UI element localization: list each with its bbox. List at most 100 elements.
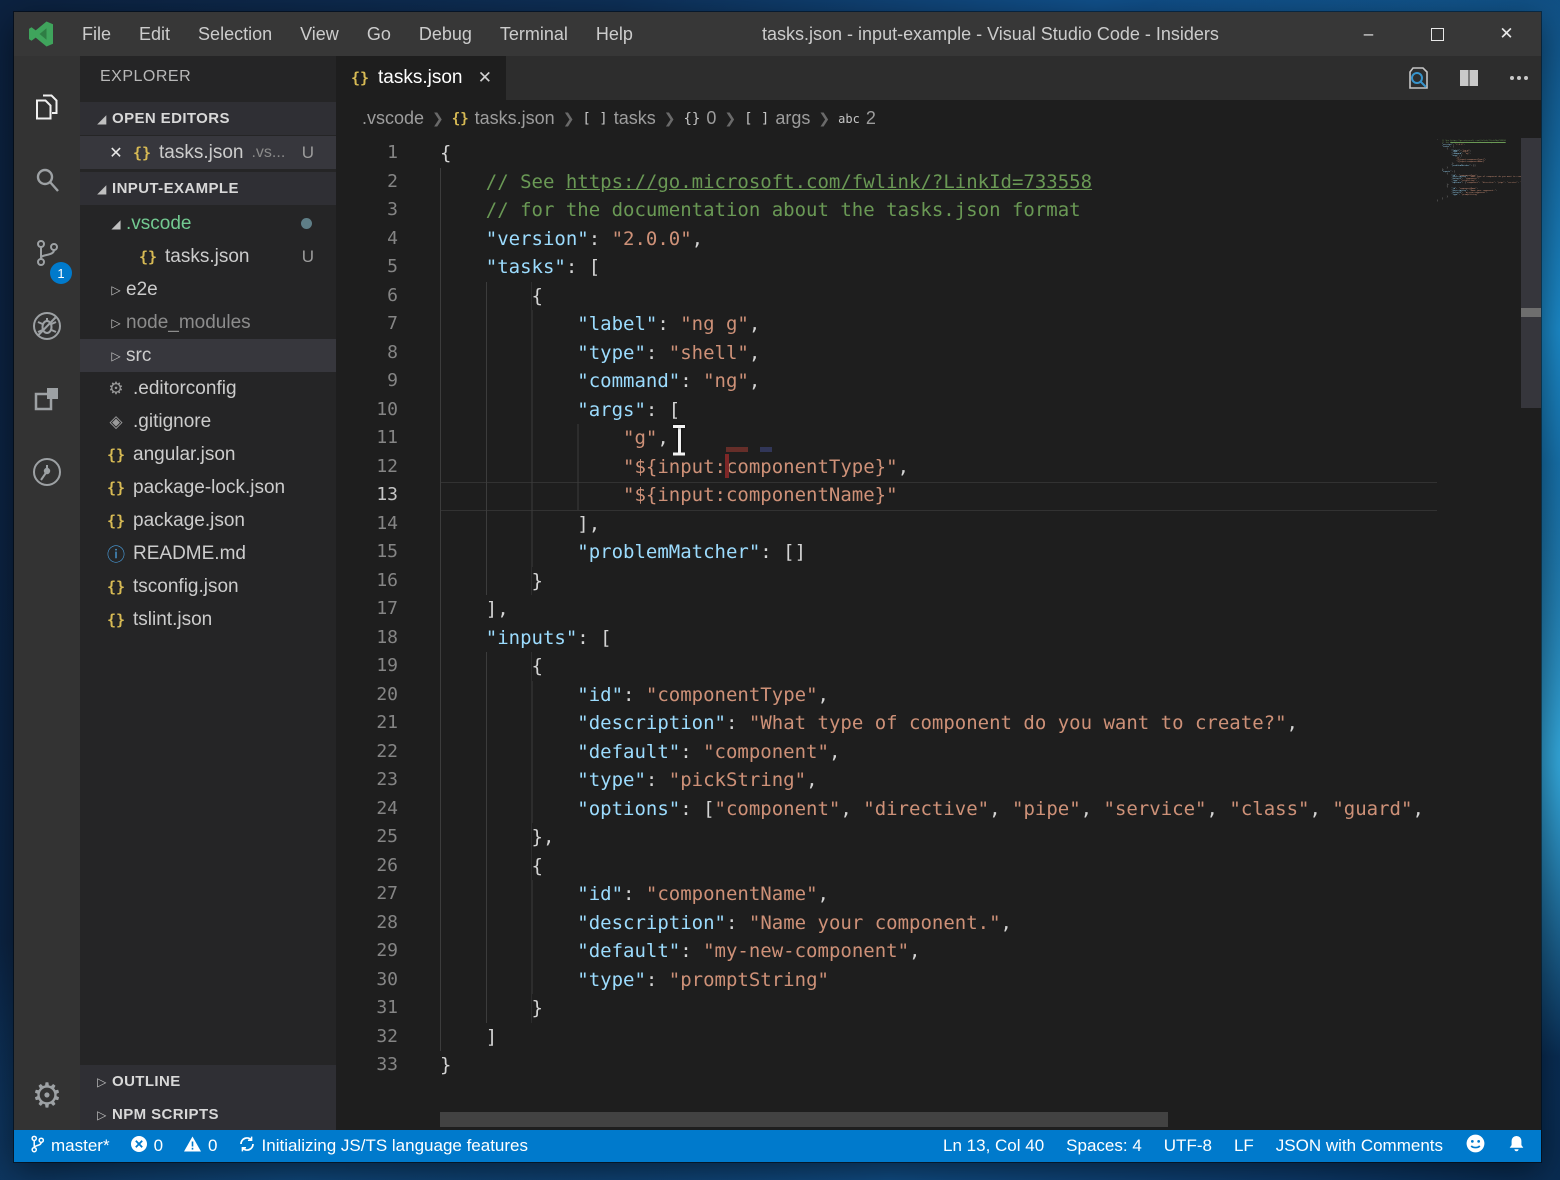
line-number[interactable]: 5 <box>336 253 440 282</box>
sidebar-item-angular-json[interactable]: {}angular.json <box>80 438 336 471</box>
line-number[interactable]: 21 <box>336 709 440 738</box>
line-number[interactable]: 11 <box>336 424 440 453</box>
code-line[interactable]: } <box>440 567 1437 596</box>
code-line[interactable]: "inputs": [ <box>440 624 1437 653</box>
section-workspace[interactable]: ◢INPUT-EXAMPLE <box>80 172 336 205</box>
breadcrumb-args[interactable]: [ ]args <box>744 108 810 129</box>
split-editor-icon[interactable] <box>1457 66 1481 90</box>
menu-view[interactable]: View <box>286 12 353 56</box>
code-line[interactable]: "type": "shell", <box>440 339 1437 368</box>
line-number[interactable]: 3 <box>336 196 440 225</box>
activity-search[interactable] <box>14 151 80 213</box>
code-line[interactable]: "${input:componentType}", <box>440 453 1437 482</box>
sidebar-item-node-modules[interactable]: ▷node_modules <box>80 306 336 339</box>
code-line[interactable]: ], <box>440 510 1437 539</box>
status-spaces-4[interactable]: Spaces: 4 <box>1066 1136 1142 1156</box>
code-line[interactable]: "label": "ng g", <box>440 310 1437 339</box>
code-line[interactable]: ] <box>440 1023 1437 1052</box>
status-utf-8[interactable]: UTF-8 <box>1164 1136 1212 1156</box>
code-line[interactable]: "type": "pickString", <box>440 766 1437 795</box>
line-number[interactable]: 17 <box>336 595 440 624</box>
code-line[interactable]: { <box>440 139 1437 168</box>
section-outline[interactable]: ▷OUTLINE <box>80 1065 336 1098</box>
line-number[interactable]: 27 <box>336 880 440 909</box>
code-line[interactable]: "tasks": [ <box>440 253 1437 282</box>
line-number[interactable]: 16 <box>336 567 440 596</box>
line-number[interactable]: 9 <box>336 367 440 396</box>
line-number[interactable]: 6 <box>336 282 440 311</box>
status-feedback-smiley[interactable] <box>1465 1133 1486 1159</box>
code-line[interactable]: } <box>440 994 1437 1023</box>
sidebar-item-vscode[interactable]: ◢.vscode <box>80 207 336 240</box>
line-number[interactable]: 12 <box>336 453 440 482</box>
status-errors[interactable]: 0 <box>130 1135 163 1158</box>
code-line[interactable]: "id": "componentName", <box>440 880 1437 909</box>
line-number[interactable]: 19 <box>336 652 440 681</box>
status-warnings[interactable]: 0 <box>183 1135 217 1158</box>
line-number[interactable]: 15 <box>336 538 440 567</box>
section-npm-scripts[interactable]: ▷NPM SCRIPTS <box>80 1098 336 1130</box>
vertical-scrollbar-thumb[interactable] <box>1521 138 1541 408</box>
code-line[interactable]: // See https://go.microsoft.com/fwlink/?… <box>440 168 1437 197</box>
maximize-button[interactable] <box>1403 12 1472 56</box>
minimize-button[interactable]: – <box>1334 12 1403 56</box>
breadcrumb-2[interactable]: abc2 <box>838 108 876 129</box>
line-number[interactable]: 31 <box>336 994 440 1023</box>
close-button[interactable]: ✕ <box>1472 12 1541 56</box>
line-number[interactable]: 33 <box>336 1051 440 1080</box>
line-number[interactable]: 18 <box>336 624 440 653</box>
line-number[interactable]: 10 <box>336 396 440 425</box>
status-git-branch[interactable]: master* <box>30 1134 110 1159</box>
code-line[interactable]: "description": "Name your component.", <box>440 909 1437 938</box>
close-editor-icon[interactable]: ✕ <box>106 143 126 163</box>
more-actions-icon[interactable] <box>1507 66 1531 90</box>
breadcrumb-0[interactable]: {}0 <box>683 108 716 129</box>
menu-selection[interactable]: Selection <box>184 12 286 56</box>
line-number[interactable]: 13 <box>336 481 440 510</box>
code-line[interactable]: "description": "What type of component d… <box>440 709 1437 738</box>
line-number[interactable]: 23 <box>336 766 440 795</box>
menu-debug[interactable]: Debug <box>405 12 486 56</box>
minimap[interactable]: { // See https://go.microsoft.com/fwlink… <box>1437 139 1521 339</box>
line-number[interactable]: 4 <box>336 225 440 254</box>
status-ln-13-col-40[interactable]: Ln 13, Col 40 <box>943 1136 1044 1156</box>
line-number[interactable]: 22 <box>336 738 440 767</box>
line-number[interactable]: 20 <box>336 681 440 710</box>
code-line[interactable]: // for the documentation about the tasks… <box>440 196 1437 225</box>
menu-help[interactable]: Help <box>582 12 647 56</box>
code-line[interactable]: ], <box>440 595 1437 624</box>
line-number[interactable]: 24 <box>336 795 440 824</box>
settings-gear-icon[interactable]: ⚙ <box>14 1070 80 1122</box>
status-lf[interactable]: LF <box>1234 1136 1254 1156</box>
code-line[interactable]: } <box>440 1051 1437 1080</box>
sidebar-item-src[interactable]: ▷src <box>80 339 336 372</box>
code-editor[interactable]: 1234567891011121314151617181920212223242… <box>336 137 1541 1130</box>
section-open-editors[interactable]: ◢OPEN EDITORS <box>80 102 336 135</box>
line-number[interactable]: 7 <box>336 310 440 339</box>
horizontal-scrollbar[interactable] <box>440 1112 1437 1128</box>
find-in-file-icon[interactable] <box>1405 65 1431 91</box>
menu-go[interactable]: Go <box>353 12 405 56</box>
sidebar-item-readme-md[interactable]: ⓘREADME.md <box>80 537 336 570</box>
line-number[interactable]: 32 <box>336 1023 440 1052</box>
activity-debug[interactable] <box>14 297 80 359</box>
activity-extensions[interactable] <box>14 370 80 432</box>
menu-terminal[interactable]: Terminal <box>486 12 582 56</box>
code-line[interactable]: "command": "ng", <box>440 367 1437 396</box>
menu-file[interactable]: File <box>68 12 125 56</box>
line-number[interactable]: 8 <box>336 339 440 368</box>
code-line[interactable]: "version": "2.0.0", <box>440 225 1437 254</box>
sidebar-item-tslint-json[interactable]: {}tslint.json <box>80 603 336 636</box>
line-number[interactable]: 14 <box>336 510 440 539</box>
code-content[interactable]: {// See https://go.microsoft.com/fwlink/… <box>440 139 1437 1080</box>
line-number[interactable]: 26 <box>336 852 440 881</box>
vertical-scrollbar[interactable] <box>1521 137 1541 1130</box>
line-number[interactable]: 28 <box>336 909 440 938</box>
line-number[interactable]: 1 <box>336 139 440 168</box>
code-line[interactable]: "options": ["component", "directive", "p… <box>440 795 1437 824</box>
code-line[interactable]: "problemMatcher": [] <box>440 538 1437 567</box>
sidebar-item-editorconfig[interactable]: ⚙.editorconfig <box>80 372 336 405</box>
sidebar-item-package-lock-json[interactable]: {}package-lock.json <box>80 471 336 504</box>
activity-custom-extension[interactable] <box>14 443 80 505</box>
sidebar-item-tasks-json[interactable]: {}tasks.jsonU <box>80 240 336 273</box>
